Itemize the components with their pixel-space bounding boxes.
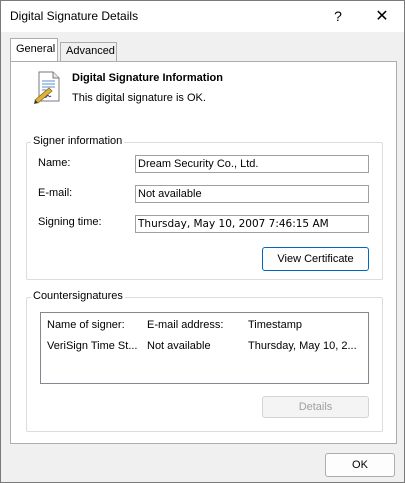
email-field[interactable]: Not available xyxy=(135,185,369,203)
tab-general[interactable]: General xyxy=(10,38,58,62)
cell-signer-name: VeriSign Time St... xyxy=(47,340,138,352)
signer-group-label: Signer information xyxy=(31,135,125,147)
name-field[interactable]: Dream Security Co., Ltd. xyxy=(135,155,369,173)
help-button[interactable]: ? xyxy=(325,5,351,27)
close-icon: ✕ xyxy=(375,8,389,25)
help-icon: ? xyxy=(334,8,342,24)
signed-document-icon xyxy=(34,71,60,104)
details-button[interactable]: Details xyxy=(262,396,369,418)
dialog-window: Digital Signature Details ? ✕ General Ad… xyxy=(0,0,405,483)
title-bar: Digital Signature Details ? ✕ xyxy=(1,1,404,32)
cell-timestamp: Thursday, May 10, 2... xyxy=(248,340,357,352)
cell-email: Not available xyxy=(147,340,211,352)
column-header-timestamp[interactable]: Timestamp xyxy=(248,319,366,331)
general-tab-panel: Digital Signature Information This digit… xyxy=(10,61,397,444)
signer-information-group: Signer information Name: Dream Security … xyxy=(26,135,383,280)
window-title: Digital Signature Details xyxy=(10,9,139,23)
countersignatures-list[interactable]: Name of signer: E-mail address: Timestam… xyxy=(40,312,369,384)
name-label: Name: xyxy=(38,157,71,169)
signing-time-label: Signing time: xyxy=(38,216,102,228)
close-button[interactable]: ✕ xyxy=(369,5,395,27)
column-header-name[interactable]: Name of signer: xyxy=(47,319,142,331)
tab-advanced[interactable]: Advanced xyxy=(60,42,117,62)
info-title: Digital Signature Information xyxy=(72,72,223,84)
signing-time-field[interactable]: Thursday, May 10, 2007 7:46:15 AM xyxy=(135,215,369,233)
view-certificate-button[interactable]: View Certificate xyxy=(262,247,369,271)
email-label: E-mail: xyxy=(38,187,73,199)
ok-button[interactable]: OK xyxy=(325,453,395,477)
countersignatures-group: Countersignatures Name of signer: E-mail… xyxy=(26,290,383,432)
countersignatures-group-label: Countersignatures xyxy=(31,290,125,302)
column-header-email[interactable]: E-mail address: xyxy=(147,319,242,331)
signature-status: This digital signature is OK. xyxy=(72,92,206,104)
